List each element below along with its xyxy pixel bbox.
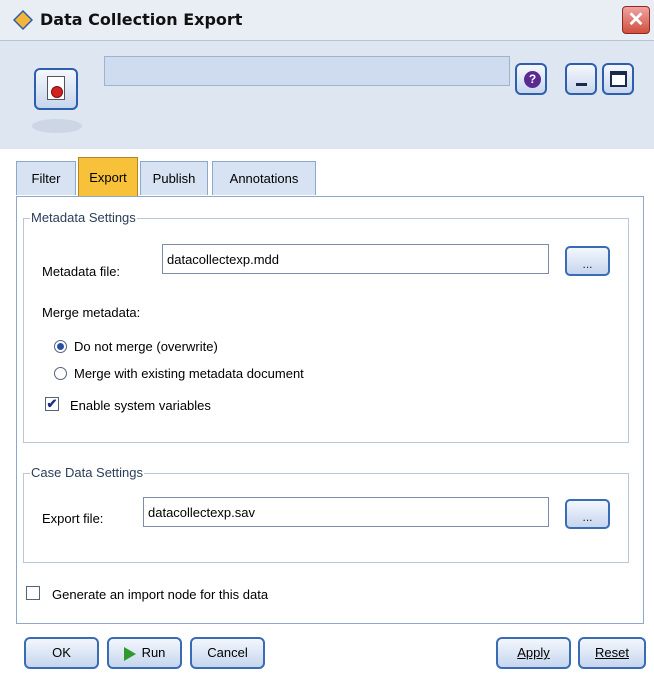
tab-publish[interactable]: Publish — [140, 161, 208, 195]
minimize-button[interactable] — [565, 63, 597, 95]
tab-export[interactable]: Export — [78, 157, 138, 197]
run-icon — [123, 646, 136, 661]
maximize-button[interactable] — [602, 63, 634, 95]
merge-metadata-label: Merge metadata: — [42, 305, 141, 320]
window-title: Data Collection Export — [40, 10, 243, 29]
minimize-icon — [576, 83, 587, 86]
maximize-icon — [610, 71, 627, 87]
case-data-group-title: Case Data Settings — [30, 465, 145, 480]
enable-system-variables-checkbox[interactable]: ✔ — [45, 397, 59, 411]
node-name-field[interactable] — [104, 56, 510, 86]
radio-do-not-merge-label: Do not merge (overwrite) — [74, 339, 218, 354]
ok-button[interactable]: OK — [24, 637, 99, 669]
document-node-icon — [34, 68, 78, 110]
cancel-button[interactable]: Cancel — [190, 637, 265, 669]
metadata-browse-button[interactable]: ... — [565, 246, 610, 276]
node-icon-shadow — [32, 119, 82, 133]
reset-button[interactable]: Reset — [578, 637, 646, 669]
help-button[interactable]: ? — [515, 63, 547, 95]
help-icon: ? — [524, 71, 541, 88]
generate-import-node-label: Generate an import node for this data — [52, 587, 269, 602]
export-file-label: Export file: — [42, 511, 104, 526]
close-button[interactable]: ✕ — [622, 6, 650, 34]
radio-do-not-merge[interactable] — [54, 340, 67, 353]
run-button[interactable]: Run — [107, 637, 182, 669]
tab-filter[interactable]: Filter — [16, 161, 76, 195]
metadata-file-label: Metadata file: — [42, 264, 121, 279]
metadata-settings-group: Metadata Settings Metadata file: ... Mer… — [23, 210, 629, 443]
radio-merge-existing[interactable] — [54, 367, 67, 380]
export-file-browse-button[interactable]: ... — [565, 499, 610, 529]
node-header: ? — [0, 41, 654, 149]
tab-annotations[interactable]: Annotations — [212, 161, 316, 195]
metadata-file-input[interactable] — [162, 244, 549, 274]
case-data-settings-group: Case Data Settings Export file: ... — [23, 465, 629, 563]
record-dot-icon — [51, 86, 63, 98]
close-icon: ✕ — [627, 9, 645, 31]
generate-import-node-checkbox[interactable] — [26, 586, 40, 600]
diamond-node-icon — [13, 10, 33, 30]
run-label: Run — [141, 645, 166, 660]
apply-button[interactable]: Apply — [496, 637, 571, 669]
metadata-group-title: Metadata Settings — [30, 210, 137, 225]
enable-system-variables-label: Enable system variables — [70, 398, 211, 413]
export-file-input[interactable] — [143, 497, 549, 527]
title-bar: Data Collection Export ✕ — [0, 0, 654, 41]
export-panel: Metadata Settings Metadata file: ... Mer… — [16, 196, 644, 624]
radio-merge-existing-label: Merge with existing metadata document — [74, 366, 304, 381]
